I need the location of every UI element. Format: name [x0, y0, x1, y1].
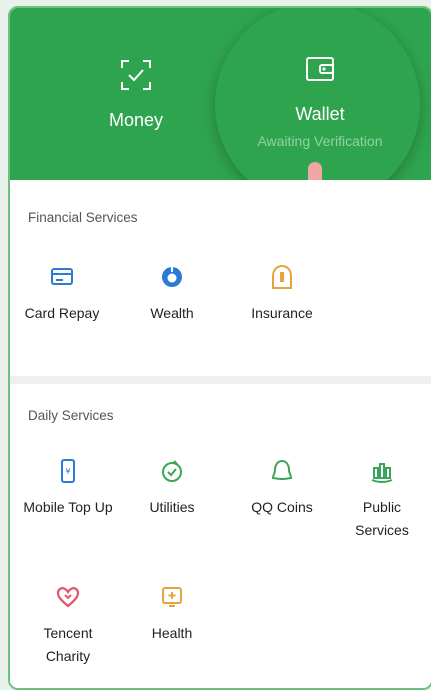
qq-icon [271, 459, 293, 481]
insurance-icon [272, 264, 292, 289]
section-divider [10, 376, 431, 384]
service-label: Tencent Charity [43, 625, 93, 664]
scan-check-icon [121, 60, 151, 90]
service-label: Public Services [355, 499, 409, 538]
health-icon [162, 587, 182, 607]
service-public-services[interactable]: Public Services [336, 458, 428, 542]
public-services-icon [371, 463, 393, 483]
financial-services-title: Financial Services [28, 210, 138, 225]
service-label: Insurance [251, 305, 313, 321]
daily-services-section: Daily Services ¥ Mobile Top Up Utilities… [10, 384, 431, 688]
daily-services-title: Daily Services [28, 408, 114, 423]
service-tencent-charity[interactable]: Tencent Charity [22, 584, 114, 668]
wallet-status: Awaiting Verification [257, 133, 383, 149]
wallet-label: Wallet [295, 104, 345, 124]
financial-services-section: Financial Services Card Repay Wealth Ins [10, 180, 431, 376]
svg-text:¥: ¥ [65, 467, 70, 476]
service-label: Mobile Top Up [23, 499, 113, 515]
wealth-icon [162, 267, 182, 287]
utilities-icon [162, 460, 182, 482]
money-tile[interactable]: Money [76, 58, 196, 131]
phone-icon: ¥ [61, 459, 75, 483]
service-insurance[interactable]: Insurance [236, 264, 328, 325]
service-label: Wealth [150, 305, 194, 321]
service-mobile-top-up[interactable]: ¥ Mobile Top Up [22, 458, 114, 519]
service-qq-coins[interactable]: QQ Coins [236, 458, 328, 519]
service-card-repay[interactable]: Card Repay [16, 264, 108, 325]
service-utilities[interactable]: Utilities [126, 458, 218, 519]
top-banner: Money Wallet Awaiting Verification [10, 8, 431, 246]
wallet-icon [306, 57, 334, 81]
wallet-tile[interactable]: Wallet Awaiting Verification [225, 52, 415, 149]
service-label: Utilities [149, 499, 195, 515]
service-label: Health [151, 625, 193, 641]
charity-icon [56, 587, 80, 608]
money-label: Money [108, 110, 164, 130]
service-wealth[interactable]: Wealth [126, 264, 218, 325]
service-label: Card Repay [24, 305, 100, 321]
card-icon [51, 268, 73, 285]
service-health[interactable]: Health [126, 584, 218, 645]
wallet-menu-card: Money Wallet Awaiting Verification Finan… [8, 6, 431, 690]
service-label: QQ Coins [251, 499, 313, 515]
